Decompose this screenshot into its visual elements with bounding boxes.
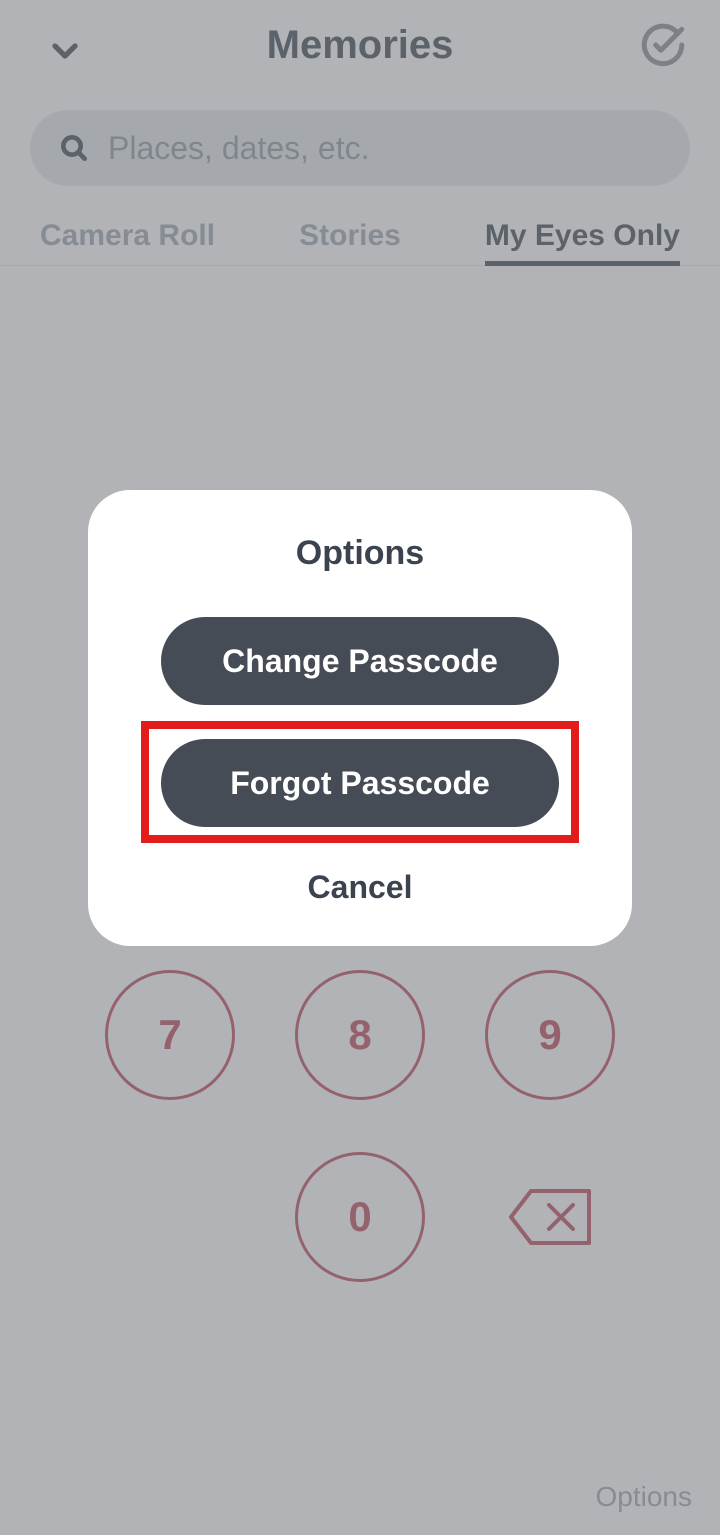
cancel-button[interactable]: Cancel (308, 869, 413, 906)
memories-screen: Memories Camera Roll Stories My Eyes Onl… (0, 0, 720, 1535)
modal-title: Options (296, 534, 424, 573)
change-passcode-wrap: Change Passcode (161, 617, 559, 705)
highlight-box (141, 721, 579, 843)
options-modal: Options Change Passcode Forgot Passcode … (88, 490, 632, 946)
change-passcode-button[interactable]: Change Passcode (161, 617, 559, 705)
forgot-passcode-wrap: Forgot Passcode (161, 739, 559, 827)
